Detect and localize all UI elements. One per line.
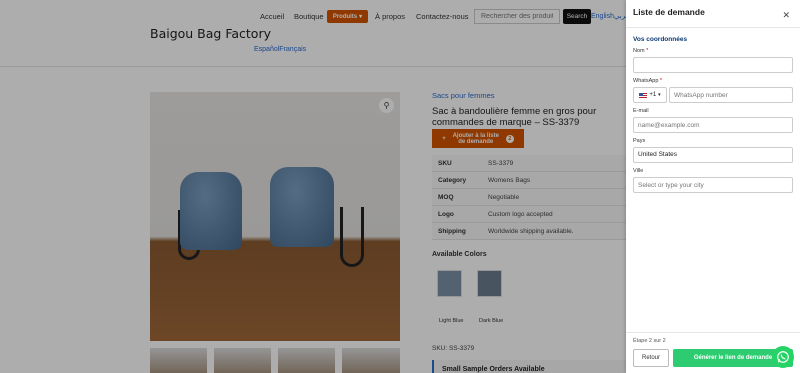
city-field[interactable] bbox=[633, 177, 793, 193]
whatsapp-icon[interactable] bbox=[772, 346, 794, 368]
back-button[interactable]: Retour bbox=[633, 349, 669, 367]
contact-section-heading: Vos coordonnées bbox=[633, 36, 688, 43]
name-label-text: Nom bbox=[633, 48, 645, 54]
whatsapp-field[interactable] bbox=[669, 87, 793, 103]
chevron-down-icon: ▾ bbox=[658, 92, 661, 98]
inquiry-drawer: Liste de demande ✕ Vos coordonnées Nom *… bbox=[626, 0, 800, 373]
whatsapp-label: WhatsApp * bbox=[633, 78, 662, 84]
city-label: Ville bbox=[633, 168, 644, 174]
close-icon[interactable]: ✕ bbox=[782, 10, 790, 21]
email-label: E-mail bbox=[633, 108, 649, 114]
country-code: +1 bbox=[649, 92, 657, 98]
drawer-footer-divider bbox=[626, 332, 800, 333]
whatsapp-label-text: WhatsApp bbox=[633, 78, 659, 84]
required-mark: * bbox=[646, 48, 649, 54]
country-label: Pays bbox=[633, 138, 646, 144]
step-indicator: Étape 2 sur 2 bbox=[633, 338, 666, 344]
email-field[interactable] bbox=[633, 117, 793, 133]
us-flag-icon bbox=[639, 92, 648, 98]
whatsapp-glyph bbox=[777, 351, 789, 363]
modal-backdrop[interactable] bbox=[0, 0, 626, 373]
country-field[interactable]: United States bbox=[633, 147, 793, 163]
name-field[interactable] bbox=[633, 57, 793, 73]
drawer-title: Liste de demande bbox=[633, 7, 705, 17]
country-code-select[interactable]: +1 ▾ bbox=[633, 87, 667, 103]
required-mark: * bbox=[659, 78, 663, 84]
drawer-divider bbox=[626, 27, 800, 28]
name-label: Nom * bbox=[633, 48, 648, 54]
